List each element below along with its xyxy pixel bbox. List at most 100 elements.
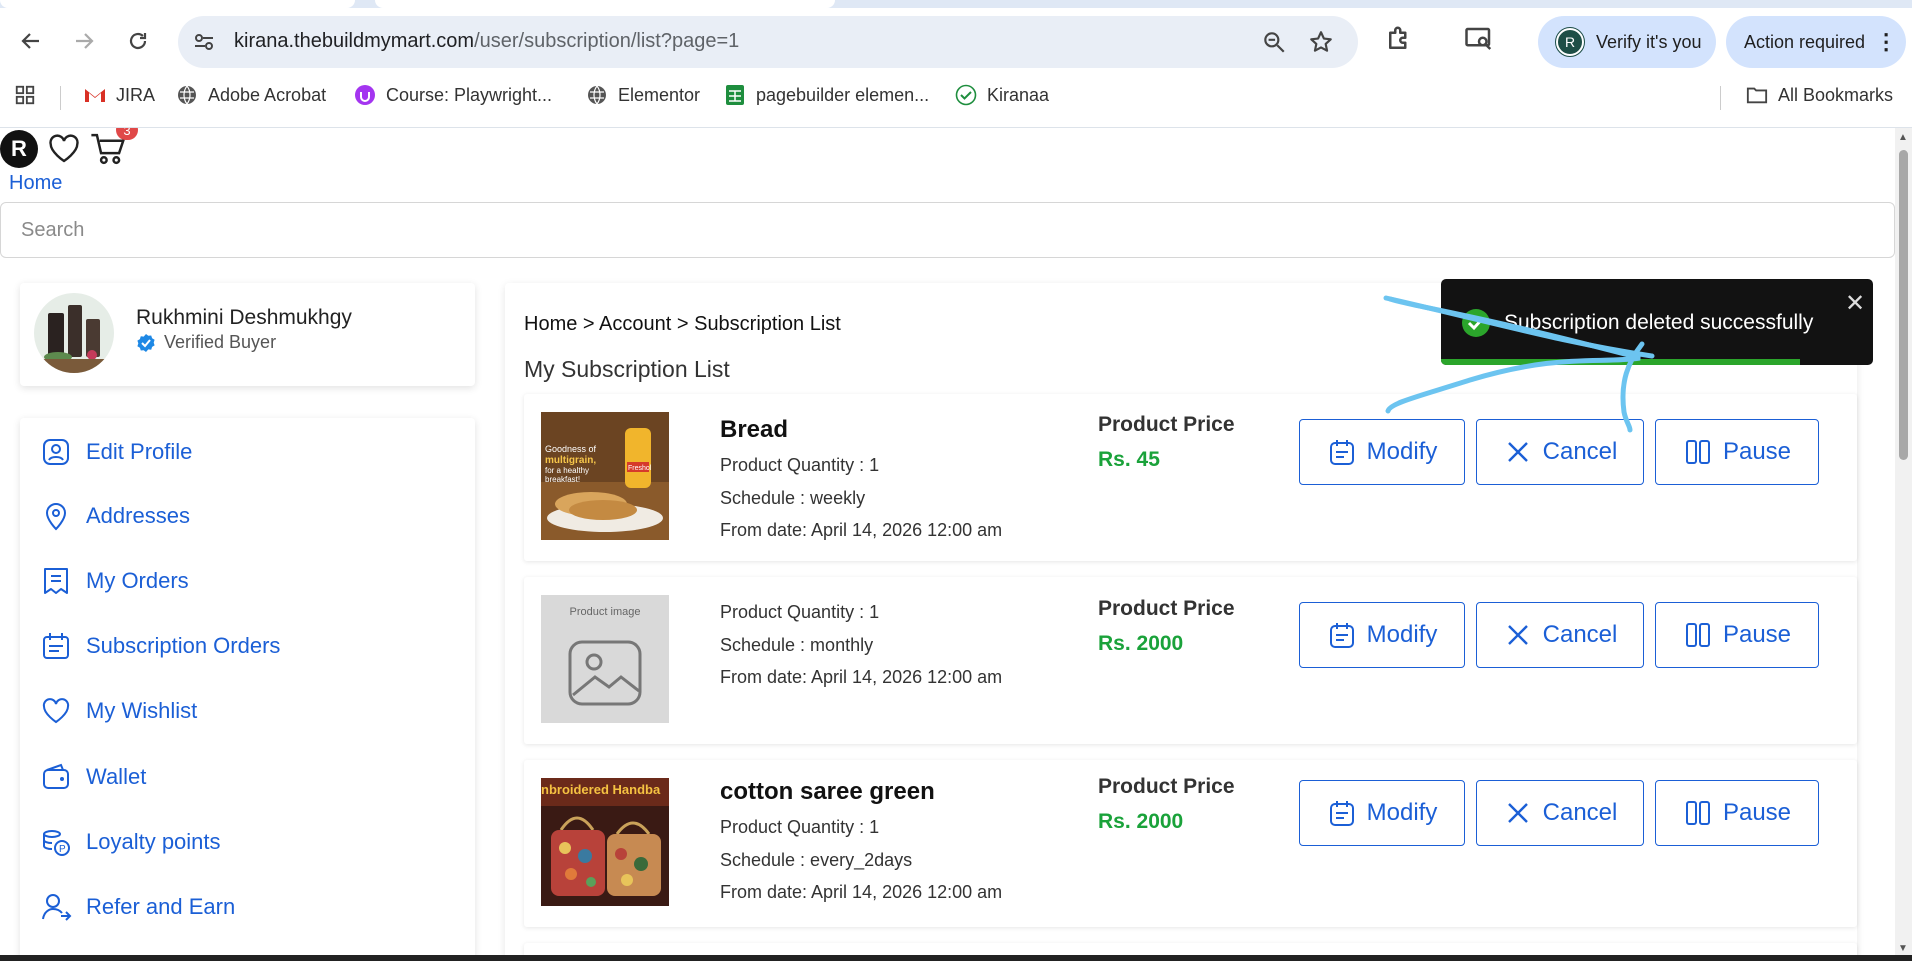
product-name: Bread [720,416,789,443]
subscription-list-panel: Home > Account > Subscription List My Su… [505,283,1857,961]
bookmark-course-playwright[interactable]: Course: Playwright... [354,84,552,106]
pause-icon [1685,801,1710,825]
sidebar-item-my-wishlist[interactable]: My Wishlist [40,695,197,727]
pause-button[interactable]: Pause [1655,602,1819,668]
back-button[interactable] [12,22,50,60]
star-icon[interactable] [1308,29,1334,55]
sidebar-item-label: My Orders [86,568,189,593]
apps-button[interactable] [14,84,36,106]
modify-button[interactable]: Modify [1299,780,1465,846]
sheets-icon [724,84,746,106]
modify-button[interactable]: Modify [1299,602,1465,668]
verify-label: Verify it's you [1596,31,1702,52]
sidebar-item-loyalty-points[interactable]: P Loyalty points [40,826,221,858]
site-settings-icon[interactable] [192,30,216,54]
pause-button[interactable]: Pause [1655,780,1819,846]
tab[interactable] [0,0,355,8]
forward-button[interactable] [65,22,103,60]
bookmark-pagebuilder[interactable]: pagebuilder elemen... [724,84,929,106]
user-avatar[interactable]: R [0,130,38,168]
orders-icon [44,568,68,594]
scroll-up-icon[interactable]: ▲ [1898,132,1908,143]
globe-icon [176,84,198,106]
cancel-button[interactable]: Cancel [1476,419,1644,485]
page-scrollbar[interactable]: ▲ ▼ [1895,128,1912,961]
product-quantity: Product Quantity : 1 [720,455,880,475]
calendar-edit-icon [1329,801,1354,826]
sidebar-item-label: My Wishlist [86,698,198,723]
product-from-date: From date: April 14, 2026 12:00 am [720,667,1003,687]
product-quantity: Product Quantity : 1 [720,817,880,837]
image-text: breakfast! [545,475,580,484]
calendar-icon [43,633,69,659]
folder-icon [1746,84,1768,106]
home-link[interactable]: Home [9,172,62,195]
sidebar-item-label: Wallet [86,764,147,789]
price-label: Product Price [1098,597,1235,620]
tab[interactable] [375,0,835,8]
product-image[interactable]: Goodness of multigrain, for a healthy br… [541,412,669,540]
more-vertical-icon[interactable]: ⋮ [1875,29,1897,55]
cast-search-icon[interactable] [1464,24,1494,54]
profile-avatar-icon: R [1555,27,1585,57]
pause-button[interactable]: Pause [1655,419,1819,485]
price-value: Rs. 2000 [1098,810,1184,833]
globe-icon [586,84,608,106]
all-bookmarks-button[interactable]: All Bookmarks [1746,84,1893,106]
bookmark-kiranaa[interactable]: Kiranaa [955,84,1049,106]
placeholder-text: Product image [570,606,641,618]
success-check-icon [1462,309,1490,337]
toast-close-button[interactable]: ✕ [1845,289,1865,318]
check-icon [955,84,977,106]
cancel-button[interactable]: Cancel [1476,602,1644,668]
price-value: Rs. 2000 [1098,632,1184,655]
cart-count-badge: 3 [116,128,138,140]
sidebar-item-addresses[interactable]: Addresses [40,500,190,532]
product-schedule: Schedule : weekly [720,488,866,508]
pause-icon [1685,440,1710,464]
sidebar-item-edit-profile[interactable]: Edit Profile [40,436,192,468]
search-input[interactable] [1,203,1894,257]
tab[interactable] [845,0,1912,8]
toast-message: Subscription deleted successfully [1504,311,1814,334]
address-bar[interactable]: kirana.thebuildmymart.com/user/subscript… [178,16,1358,68]
divider [1720,86,1721,110]
extensions-icon[interactable] [1384,24,1414,54]
image-text: Goodness of [545,444,597,454]
reload-button[interactable] [119,22,157,60]
close-icon [1507,442,1528,462]
url-host: kirana.thebuildmymart.com [234,30,475,52]
product-image[interactable]: nbroidered Handba [541,778,669,906]
sidebar-item-label: Addresses [86,503,190,528]
search-bar [0,202,1895,258]
bookmark-jira[interactable]: JIRA [84,84,155,106]
sidebar-item-wallet[interactable]: Wallet [40,761,146,793]
scroll-down-icon[interactable]: ▼ [1898,943,1908,954]
pause-label: Pause [1722,438,1792,465]
price-label: Product Price [1098,775,1235,798]
bookmark-label: Course: Playwright... [386,84,553,105]
sidebar-item-label: Edit Profile [86,439,193,464]
scrollbar-thumb[interactable] [1899,150,1908,460]
bookmark-label: Elementor [618,84,701,105]
product-name: cotton saree green [720,778,935,805]
verified-badge: Verified Buyer [136,332,276,353]
cancel-button[interactable]: Cancel [1476,780,1644,846]
sidebar-item-my-orders[interactable]: My Orders [40,565,189,597]
bookmark-adobe-acrobat[interactable]: Adobe Acrobat [176,84,326,106]
bookmark-label: JIRA [116,84,156,105]
verify-button[interactable]: R Verify it's you [1538,16,1716,68]
action-required-button[interactable]: Action required ⋮ [1726,16,1906,68]
zoom-icon[interactable] [1261,29,1287,55]
bookmark-elementor[interactable]: Elementor [586,84,700,106]
heart-icon[interactable] [48,134,80,164]
calendar-edit-icon [1329,623,1354,648]
sidebar-item-subscription-orders[interactable]: Subscription Orders [40,630,280,662]
sidebar-item-refer-and-earn[interactable]: Refer and Earn [40,891,235,923]
product-image-placeholder[interactable]: Product image [541,595,669,723]
modify-button[interactable]: Modify [1299,419,1465,485]
price-label: Product Price [1098,413,1235,436]
sidebar-item-label: Refer and Earn [86,894,236,919]
url-text[interactable]: kirana.thebuildmymart.com/user/subscript… [234,30,739,53]
toast-notification: Subscription deleted successfully ✕ [1441,279,1873,365]
